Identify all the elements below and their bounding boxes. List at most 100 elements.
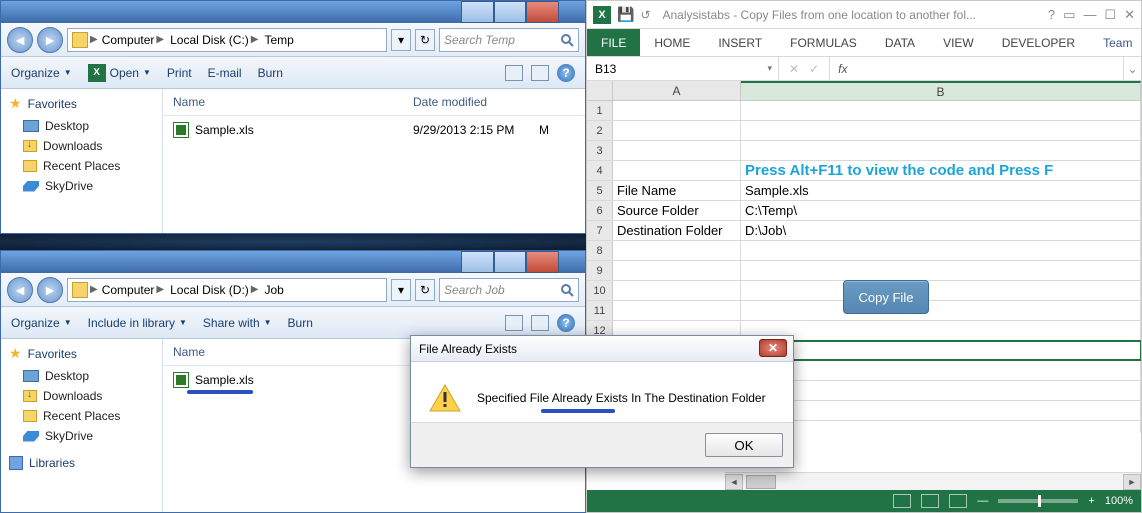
share-button[interactable]: Share with▼: [203, 316, 272, 330]
address-history-button[interactable]: ▾: [391, 29, 411, 51]
address-history-button[interactable]: ▾: [391, 279, 411, 301]
breadcrumb-seg[interactable]: Job: [262, 283, 285, 297]
cell[interactable]: Sample.xls: [741, 181, 1141, 200]
tab-formulas[interactable]: FORMULAS: [776, 29, 871, 56]
close-button[interactable]: ✕: [1124, 7, 1135, 23]
include-button[interactable]: Include in library▼: [88, 316, 187, 330]
help-button[interactable]: ?: [557, 64, 575, 82]
column-name[interactable]: Name: [173, 95, 413, 109]
cell[interactable]: [613, 101, 741, 120]
cell[interactable]: [741, 121, 1141, 140]
tab-file[interactable]: FILE: [587, 29, 640, 56]
cell[interactable]: [741, 301, 1141, 320]
minimize-button[interactable]: [461, 1, 494, 23]
cell[interactable]: [741, 361, 1141, 380]
file-row[interactable]: Sample.xls 9/29/2013 2:15 PM M: [163, 116, 585, 144]
cell[interactable]: [741, 101, 1141, 120]
name-box[interactable]: B13: [587, 57, 779, 80]
row-header[interactable]: 7: [587, 221, 613, 240]
maximize-button[interactable]: [494, 251, 527, 273]
col-header-a[interactable]: A: [613, 81, 741, 100]
row-header[interactable]: 4: [587, 161, 613, 180]
close-button[interactable]: [526, 1, 559, 23]
maximize-button[interactable]: [494, 1, 527, 23]
nav-item-recent[interactable]: Recent Places: [9, 156, 154, 176]
chevron-right-icon[interactable]: ▶: [90, 34, 98, 45]
row-header[interactable]: 3: [587, 141, 613, 160]
row-header[interactable]: 11: [587, 301, 613, 320]
ok-button[interactable]: OK: [705, 433, 783, 457]
cell[interactable]: [741, 141, 1141, 160]
cell[interactable]: [741, 261, 1141, 280]
search-input[interactable]: Search Job: [439, 278, 579, 302]
page-layout-view-button[interactable]: [921, 494, 939, 508]
row-header[interactable]: 8: [587, 241, 613, 260]
nav-item-desktop[interactable]: Desktop: [9, 366, 154, 386]
address-bar[interactable]: ▶ Computer▶ Local Disk (C:)▶ Temp: [67, 28, 387, 52]
nav-item-downloads[interactable]: Downloads: [9, 386, 154, 406]
nav-item-skydrive[interactable]: SkyDrive: [9, 426, 154, 446]
zoom-slider[interactable]: [998, 499, 1078, 503]
row-header[interactable]: 6: [587, 201, 613, 220]
excel-title-bar[interactable]: X 💾 ↺ Analysistabs - Copy Files from one…: [587, 1, 1141, 29]
nav-item-downloads[interactable]: Downloads: [9, 136, 154, 156]
cell[interactable]: [741, 401, 1141, 420]
libraries-header[interactable]: Libraries: [9, 456, 154, 470]
cell[interactable]: [741, 321, 1141, 340]
preview-pane-button[interactable]: [531, 315, 549, 331]
tab-home[interactable]: HOME: [640, 29, 704, 56]
view-options-button[interactable]: [505, 315, 523, 331]
breadcrumb-seg[interactable]: Local Disk (D:)▶: [168, 283, 260, 297]
page-break-view-button[interactable]: [949, 494, 967, 508]
forward-button[interactable]: ►: [37, 27, 63, 53]
cell[interactable]: D:\Job\: [741, 221, 1141, 240]
breadcrumb-seg[interactable]: Local Disk (C:)▶: [168, 33, 260, 47]
cell[interactable]: [613, 241, 741, 260]
refresh-button[interactable]: ↻: [415, 29, 435, 51]
row-header[interactable]: 1: [587, 101, 613, 120]
help-icon[interactable]: ?: [1048, 7, 1055, 23]
view-options-button[interactable]: [505, 65, 523, 81]
back-button[interactable]: ◄: [7, 27, 33, 53]
column-date[interactable]: Date modified: [413, 95, 487, 109]
tab-developer[interactable]: DEVELOPER: [988, 29, 1089, 56]
normal-view-button[interactable]: [893, 494, 911, 508]
ribbon-collapse-icon[interactable]: ▭: [1063, 7, 1075, 23]
breadcrumb-seg[interactable]: Computer▶: [100, 283, 166, 297]
nav-item-recent[interactable]: Recent Places: [9, 406, 154, 426]
breadcrumb-seg[interactable]: Computer▶: [100, 33, 166, 47]
cell[interactable]: Press Alt+F11 to view the code and Press…: [741, 161, 1141, 180]
nav-item-skydrive[interactable]: SkyDrive: [9, 176, 154, 196]
minimize-button[interactable]: —: [1083, 7, 1096, 23]
tab-view[interactable]: VIEW: [929, 29, 988, 56]
select-all-corner[interactable]: [587, 81, 613, 101]
active-cell[interactable]: [741, 341, 1141, 360]
tab-insert[interactable]: INSERT: [704, 29, 776, 56]
cell[interactable]: [613, 281, 741, 300]
favorites-header[interactable]: ★Favorites: [9, 95, 154, 112]
chevron-right-icon[interactable]: ▶: [90, 284, 98, 295]
column-name[interactable]: Name: [173, 345, 413, 359]
tab-data[interactable]: DATA: [871, 29, 929, 56]
undo-icon[interactable]: ↺: [640, 8, 650, 22]
forward-button[interactable]: ►: [37, 277, 63, 303]
minimize-button[interactable]: [461, 251, 494, 273]
search-input[interactable]: Search Temp: [439, 28, 579, 52]
nav-item-desktop[interactable]: Desktop: [9, 116, 154, 136]
zoom-out-button[interactable]: —: [977, 495, 988, 507]
zoom-level[interactable]: 100%: [1105, 495, 1133, 507]
title-bar[interactable]: [1, 1, 585, 23]
dialog-close-button[interactable]: ✕: [759, 339, 787, 357]
maximize-button[interactable]: ☐: [1104, 7, 1116, 23]
scroll-left-button[interactable]: ◄: [725, 474, 743, 490]
row-header[interactable]: 5: [587, 181, 613, 200]
cancel-formula-icon[interactable]: ✕: [789, 62, 799, 76]
row-header[interactable]: 9: [587, 261, 613, 280]
formula-input[interactable]: [855, 57, 1123, 80]
cell[interactable]: [613, 141, 741, 160]
row-header[interactable]: 2: [587, 121, 613, 140]
refresh-button[interactable]: ↻: [415, 279, 435, 301]
open-button[interactable]: XOpen▼: [88, 64, 151, 82]
cell[interactable]: [613, 261, 741, 280]
title-bar[interactable]: [1, 251, 585, 273]
